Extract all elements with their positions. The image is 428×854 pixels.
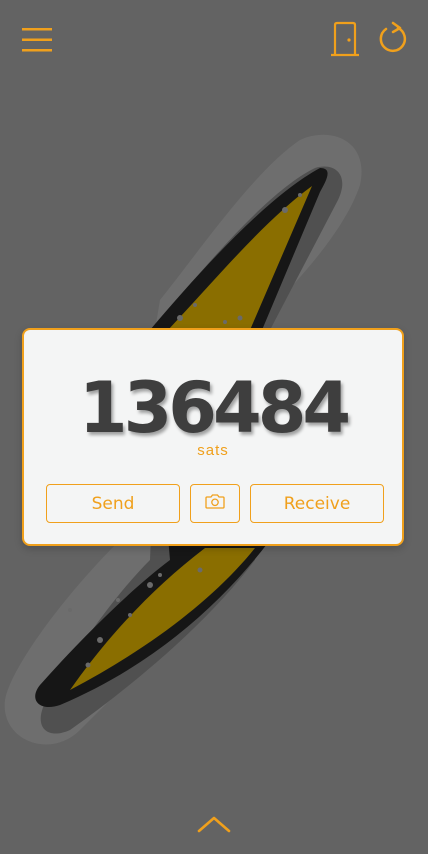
hamburger-menu-icon[interactable] <box>20 24 54 56</box>
camera-icon <box>205 493 225 514</box>
top-bar <box>0 0 428 80</box>
door-icon[interactable] <box>328 20 362 60</box>
scan-button[interactable] <box>190 484 240 523</box>
receive-button[interactable]: Receive <box>250 484 384 523</box>
app-screen: { "header": { "menu_icon": "hamburger-me… <box>0 0 428 854</box>
balance-card: 136484 sats Send Receive <box>22 328 404 546</box>
balance-amount: 136484 <box>78 367 351 449</box>
refresh-icon[interactable] <box>376 20 410 56</box>
balance-unit: sats <box>197 442 229 459</box>
chevron-up-icon[interactable] <box>196 812 232 838</box>
send-button[interactable]: Send <box>46 484 180 523</box>
